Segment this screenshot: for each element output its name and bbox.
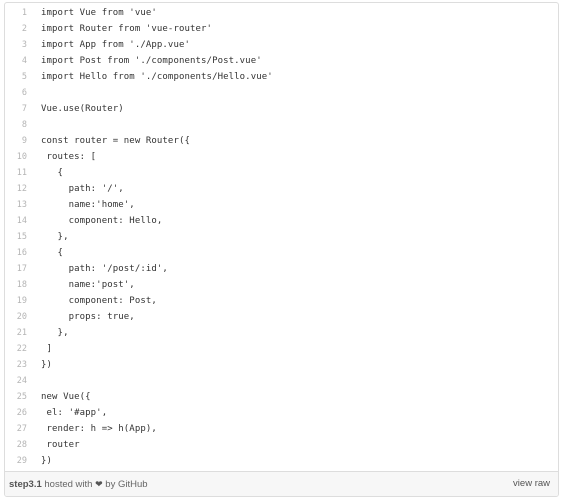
line-content: }, bbox=[41, 232, 69, 242]
code-line: 18 name:'post', bbox=[5, 277, 558, 293]
line-content: routes: [ bbox=[41, 152, 97, 162]
line-content: props: true, bbox=[41, 312, 135, 322]
line-number[interactable]: 16 bbox=[5, 245, 27, 261]
line-number[interactable]: 17 bbox=[5, 261, 27, 277]
line-content: component: Post, bbox=[41, 296, 157, 306]
line-content: }, bbox=[41, 328, 69, 338]
line-number[interactable]: 10 bbox=[5, 149, 27, 165]
line-content: import Vue from 'vue' bbox=[41, 8, 157, 18]
line-content: import Router from 'vue-router' bbox=[41, 24, 213, 34]
line-number[interactable]: 26 bbox=[5, 405, 27, 421]
code-line: 27 render: h => h(App), bbox=[5, 421, 558, 437]
gist-footer: step3.1 hosted with ❤ by GitHub view raw bbox=[5, 471, 558, 496]
line-content: path: '/', bbox=[41, 184, 124, 194]
line-number[interactable]: 6 bbox=[5, 85, 27, 101]
github-link[interactable]: GitHub bbox=[118, 479, 148, 490]
code-line: 15 }, bbox=[5, 229, 558, 245]
code-line: 1 import Vue from 'vue' bbox=[5, 5, 558, 21]
line-number[interactable]: 5 bbox=[5, 69, 27, 85]
line-content: { bbox=[41, 168, 64, 178]
line-number[interactable]: 4 bbox=[5, 53, 27, 69]
code-line: 25 new Vue({ bbox=[5, 389, 558, 405]
line-content: router bbox=[41, 440, 80, 450]
line-number[interactable]: 24 bbox=[5, 373, 27, 389]
line-content: }) bbox=[41, 360, 53, 370]
line-number[interactable]: 19 bbox=[5, 293, 27, 309]
code-line: 7 Vue.use(Router) bbox=[5, 101, 558, 117]
code-line: 29}) bbox=[5, 453, 558, 469]
code-line: 11 { bbox=[5, 165, 558, 181]
line-number[interactable]: 21 bbox=[5, 325, 27, 341]
code-line: 20 props: true, bbox=[5, 309, 558, 325]
code-line: 19 component: Post, bbox=[5, 293, 558, 309]
line-content: { bbox=[41, 248, 64, 258]
code-line: 21 }, bbox=[5, 325, 558, 341]
line-number[interactable]: 11 bbox=[5, 165, 27, 181]
code-line: 13 name:'home', bbox=[5, 197, 558, 213]
code-line: 3 import App from './App.vue' bbox=[5, 37, 558, 53]
code-line: 6 bbox=[5, 85, 558, 101]
line-number[interactable]: 3 bbox=[5, 37, 27, 53]
line-content: component: Hello, bbox=[41, 216, 163, 226]
line-content: import Hello from './components/Hello.vu… bbox=[41, 72, 273, 82]
line-content: }) bbox=[41, 456, 53, 466]
hosted-with-text: hosted with bbox=[44, 479, 93, 490]
line-content: el: '#app', bbox=[41, 408, 108, 418]
line-content: import Post from './components/Post.vue' bbox=[41, 56, 262, 66]
code-line: 14 component: Hello, bbox=[5, 213, 558, 229]
code-line: 28 router bbox=[5, 437, 558, 453]
line-content: new Vue({ bbox=[41, 392, 91, 402]
line-content: name:'home', bbox=[41, 200, 135, 210]
line-content: path: '/post/:id', bbox=[41, 264, 168, 274]
gist-meta: step3.1 hosted with ❤ by GitHub bbox=[9, 472, 148, 496]
view-raw-link[interactable]: view raw bbox=[513, 472, 550, 496]
line-number[interactable]: 12 bbox=[5, 181, 27, 197]
code-line: 2 import Router from 'vue-router' bbox=[5, 21, 558, 37]
heart-icon: ❤ bbox=[95, 479, 103, 489]
code-block: 1 import Vue from 'vue' 2 import Router fr… bbox=[5, 5, 558, 469]
line-number[interactable]: 13 bbox=[5, 197, 27, 213]
code-line: 10 routes: [ bbox=[5, 149, 558, 165]
code-line: 9 const router = new Router({ bbox=[5, 133, 558, 149]
line-content: import App from './App.vue' bbox=[41, 40, 190, 50]
code-line: 23}) bbox=[5, 357, 558, 373]
code-line: 16 { bbox=[5, 245, 558, 261]
line-number[interactable]: 23 bbox=[5, 357, 27, 373]
line-number[interactable]: 20 bbox=[5, 309, 27, 325]
line-number[interactable]: 27 bbox=[5, 421, 27, 437]
line-number[interactable]: 29 bbox=[5, 453, 27, 469]
line-number[interactable]: 9 bbox=[5, 133, 27, 149]
line-content: const router = new Router({ bbox=[41, 136, 190, 146]
by-text: by bbox=[105, 479, 116, 490]
line-number[interactable]: 1 bbox=[5, 5, 27, 21]
line-number[interactable]: 8 bbox=[5, 117, 27, 133]
line-content: render: h => h(App), bbox=[41, 424, 157, 434]
line-content: ] bbox=[41, 344, 53, 354]
line-number[interactable]: 28 bbox=[5, 437, 27, 453]
line-number[interactable]: 7 bbox=[5, 101, 27, 117]
line-number[interactable]: 18 bbox=[5, 277, 27, 293]
line-number[interactable]: 22 bbox=[5, 341, 27, 357]
code-line: 8 bbox=[5, 117, 558, 133]
line-number[interactable]: 25 bbox=[5, 389, 27, 405]
code-line: 4 import Post from './components/Post.vue… bbox=[5, 53, 558, 69]
code-line: 12 path: '/', bbox=[5, 181, 558, 197]
code-line: 5 import Hello from './components/Hello.v… bbox=[5, 69, 558, 85]
gist-filename-link[interactable]: step3.1 bbox=[9, 479, 42, 490]
line-number[interactable]: 14 bbox=[5, 213, 27, 229]
code-line: 26 el: '#app', bbox=[5, 405, 558, 421]
code-line: 22 ] bbox=[5, 341, 558, 357]
line-number[interactable]: 2 bbox=[5, 21, 27, 37]
line-content: name:'post', bbox=[41, 280, 135, 290]
line-content: Vue.use(Router) bbox=[41, 104, 124, 114]
code-line: 24 bbox=[5, 373, 558, 389]
line-number[interactable]: 15 bbox=[5, 229, 27, 245]
gist-embed: 1 import Vue from 'vue' 2 import Router fr… bbox=[4, 2, 559, 497]
code-line: 17 path: '/post/:id', bbox=[5, 261, 558, 277]
